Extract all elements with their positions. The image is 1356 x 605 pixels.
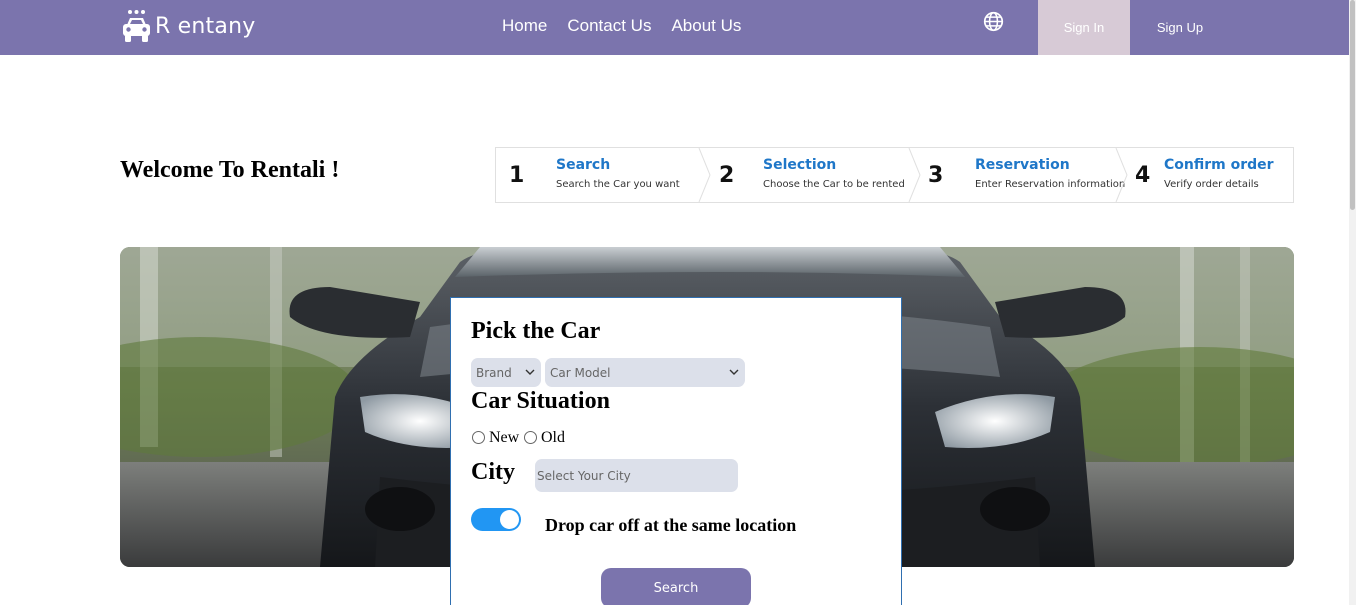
nav-home[interactable]: Home xyxy=(502,16,547,36)
radio-new-label: New xyxy=(489,429,520,446)
step-title: Confirm order xyxy=(1164,157,1274,173)
brand-name: R entany xyxy=(155,13,256,39)
car-wash-icon xyxy=(123,10,150,42)
step-title: Selection xyxy=(763,157,837,173)
step-confirm-order: 4 Confirm order Verify order details xyxy=(1121,148,1293,202)
navbar: R entany Home Contact Us About Us Sign I… xyxy=(0,0,1349,55)
step-search: 1 Search Search the Car you want xyxy=(496,148,704,202)
step-description: Enter Reservation information xyxy=(975,179,1126,190)
step-title: Reservation xyxy=(975,157,1070,173)
step-number: 4 xyxy=(1135,163,1151,188)
drop-off-label: Drop car off at the same location xyxy=(545,515,797,535)
city-input[interactable] xyxy=(535,459,738,492)
step-description: Search the Car you want xyxy=(556,179,680,190)
step-title: Search xyxy=(556,157,611,173)
step-reservation: 3 Reservation Enter Reservation informat… xyxy=(914,148,1125,202)
step-selection: 2 Selection Choose the Car to be rented xyxy=(704,148,914,202)
page-scrollbar[interactable] xyxy=(1349,0,1356,605)
same-location-toggle[interactable] xyxy=(471,508,521,531)
car-situation-heading: Car Situation xyxy=(471,388,610,414)
car-model-select[interactable]: Car Model xyxy=(545,358,745,387)
pick-car-heading: Pick the Car xyxy=(471,318,601,344)
radio-old-label: Old xyxy=(541,429,565,446)
step-description: Verify order details xyxy=(1164,179,1259,190)
welcome-heading: Welcome To Rentali ! xyxy=(120,157,340,183)
brand-logo[interactable]: R entany xyxy=(122,6,255,46)
brand-select[interactable]: Brand xyxy=(471,358,541,387)
globe-icon[interactable] xyxy=(983,11,1004,32)
scrollbar-thumb[interactable] xyxy=(1350,0,1355,210)
nav-about-us[interactable]: About Us xyxy=(671,16,741,36)
brand-select-value: Brand xyxy=(476,365,512,380)
pick-car-form: Pick the Car Brand Car Model Car Situati… xyxy=(450,297,902,605)
nav-contact-us[interactable]: Contact Us xyxy=(567,16,651,36)
step-description: Choose the Car to be rented xyxy=(763,179,905,190)
step-number: 1 xyxy=(509,163,525,188)
radio-old[interactable] xyxy=(524,431,537,444)
nav-links: Home Contact Us About Us xyxy=(502,16,741,36)
step-number: 2 xyxy=(719,163,735,188)
steps-progress: 1 Search Search the Car you want 2 Selec… xyxy=(495,147,1294,203)
chevron-down-icon xyxy=(729,369,739,375)
chevron-down-icon xyxy=(525,369,535,375)
car-model-select-value: Car Model xyxy=(550,365,611,380)
sign-up-button[interactable]: Sign Up xyxy=(1130,0,1230,55)
toggle-knob xyxy=(500,510,519,529)
sign-in-button[interactable]: Sign In xyxy=(1038,0,1130,55)
search-button[interactable]: Search xyxy=(601,568,751,605)
step-number: 3 xyxy=(928,163,944,188)
city-heading: City xyxy=(471,459,515,485)
radio-new[interactable] xyxy=(472,431,485,444)
